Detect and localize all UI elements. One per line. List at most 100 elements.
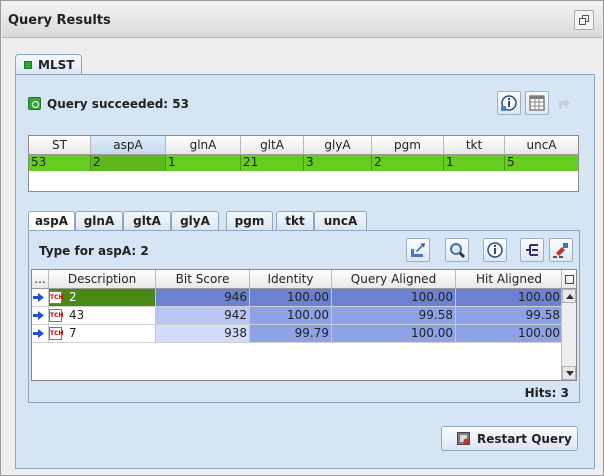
restore-icon-back xyxy=(579,18,586,25)
align-button[interactable] xyxy=(549,238,573,262)
allele-info-button[interactable] xyxy=(483,238,507,262)
identity-cell[interactable]: 100.00 xyxy=(250,289,332,307)
tab-glna[interactable]: glnA xyxy=(75,211,123,230)
tab-glta[interactable]: gltA xyxy=(123,211,171,230)
restart-icon xyxy=(457,432,470,445)
export-alignment-button[interactable] xyxy=(406,238,430,262)
row-marker xyxy=(32,325,49,343)
arrow-right-icon xyxy=(33,293,44,302)
tkt-column-header[interactable]: tkt xyxy=(444,136,505,155)
query-aligned-header[interactable]: Query Aligned xyxy=(332,270,456,289)
description-cell[interactable]: TCH 2 xyxy=(49,289,156,307)
export-button[interactable] xyxy=(552,91,576,115)
hit-aligned-cell[interactable]: 100.00 xyxy=(456,289,563,307)
pgm-column-header[interactable]: pgm xyxy=(372,136,444,155)
allele-panel: Type for aspA: 2 ... Description Bit Sco… xyxy=(28,230,580,403)
glya-column-header[interactable]: glyA xyxy=(304,136,372,155)
glta-column-header[interactable]: gltA xyxy=(241,136,304,155)
hit-aligned-cell[interactable]: 99.58 xyxy=(456,307,563,325)
query-status-text: Query succeeded: 53 xyxy=(47,97,189,111)
restart-query-label: Restart Query xyxy=(477,432,572,446)
st-column-header[interactable]: ST xyxy=(29,136,91,155)
description-text: 43 xyxy=(69,308,85,322)
query-results-window: Query Results MLST Query succeeded: 53 S… xyxy=(0,0,604,476)
tab-unca[interactable]: uncA xyxy=(314,211,367,230)
description-header[interactable]: Description xyxy=(49,270,156,289)
zoom-button[interactable] xyxy=(445,238,469,262)
info-button[interactable] xyxy=(497,91,521,115)
tree-button[interactable] xyxy=(520,238,544,262)
identity-header[interactable]: Identity xyxy=(250,270,332,289)
zoom-icon xyxy=(450,243,466,259)
hit-aligned-cell[interactable]: 100.00 xyxy=(456,325,563,343)
query-aligned-cell[interactable]: 100.00 xyxy=(332,325,456,343)
table-view-button[interactable] xyxy=(525,91,549,115)
unca-column-header[interactable]: uncA xyxy=(505,136,578,155)
info-icon xyxy=(501,95,517,111)
hits-scrollbar[interactable] xyxy=(561,289,576,380)
row-marker-header[interactable]: ... xyxy=(32,270,49,289)
glna-cell[interactable]: 1 xyxy=(166,155,241,171)
st-table-row[interactable]: 53 2 1 21 3 2 1 5 xyxy=(29,155,578,171)
bit-score-header[interactable]: Bit Score xyxy=(156,270,250,289)
aspa-cell[interactable]: 2 xyxy=(91,155,166,171)
sequence-type-icon: TCH xyxy=(49,309,64,322)
bit-score-cell[interactable]: 946 xyxy=(156,289,250,307)
window-title: Query Results xyxy=(8,13,111,28)
tab-tkt[interactable]: tkt xyxy=(276,211,314,230)
sequence-type-icon: TCH xyxy=(49,327,64,340)
query-status-icon xyxy=(28,97,41,110)
hit-row[interactable]: TCH 7 938 99.79 100.00 100.00 xyxy=(32,325,563,343)
export-alignment-icon xyxy=(411,243,425,257)
tab-aspa[interactable]: aspA xyxy=(28,211,75,231)
tab-glya[interactable]: glyA xyxy=(171,211,219,230)
title-bar: Query Results xyxy=(2,2,602,38)
export-icon xyxy=(559,98,570,109)
column-picker-button[interactable] xyxy=(561,270,576,289)
hit-row[interactable]: TCH 43 942 100.00 99.58 99.58 xyxy=(32,307,563,325)
glya-cell[interactable]: 3 xyxy=(304,155,372,171)
identity-cell[interactable]: 99.79 xyxy=(250,325,332,343)
arrow-right-icon xyxy=(33,311,44,320)
hits-table: ... Description Bit Score Identity Query… xyxy=(31,269,577,381)
sequence-type-icon: TCH xyxy=(49,291,64,304)
bit-score-cell[interactable]: 942 xyxy=(156,307,250,325)
bit-score-cell[interactable]: 938 xyxy=(156,325,250,343)
glna-column-header[interactable]: glnA xyxy=(166,136,241,155)
tkt-cell[interactable]: 1 xyxy=(444,155,505,171)
tab-pgm[interactable]: pgm xyxy=(226,211,273,230)
pgm-cell[interactable]: 2 xyxy=(372,155,444,171)
hit-row[interactable]: TCH 2 946 100.00 100.00 100.00 xyxy=(32,289,563,307)
restore-button[interactable] xyxy=(574,10,594,30)
tab-mlst[interactable]: MLST xyxy=(15,54,82,75)
row-marker xyxy=(32,289,49,307)
scroll-up-button[interactable] xyxy=(562,289,576,303)
hit-aligned-header[interactable]: Hit Aligned xyxy=(456,270,563,289)
description-cell[interactable]: TCH 43 xyxy=(49,307,156,325)
identity-cell[interactable]: 100.00 xyxy=(250,307,332,325)
st-table-header: ST aspA glnA gltA glyA pgm tkt uncA xyxy=(29,136,578,155)
glta-cell[interactable]: 21 xyxy=(241,155,304,171)
query-aligned-cell[interactable]: 99.58 xyxy=(332,307,456,325)
query-aligned-cell[interactable]: 100.00 xyxy=(332,289,456,307)
type-label: Type for aspA: 2 xyxy=(39,244,149,258)
description-text: 2 xyxy=(69,290,77,304)
description-cell[interactable]: TCH 7 xyxy=(49,325,156,343)
unca-cell[interactable]: 5 xyxy=(505,155,578,171)
scroll-down-button[interactable] xyxy=(562,366,576,380)
restart-query-button[interactable]: Restart Query xyxy=(441,426,578,451)
aspa-column-header[interactable]: aspA xyxy=(91,136,166,155)
tree-icon xyxy=(526,244,538,256)
row-marker xyxy=(32,307,49,325)
hits-value: 3 xyxy=(560,386,569,400)
tab-mlst-label: MLST xyxy=(38,58,75,72)
mlst-tab-icon xyxy=(24,61,32,69)
info-icon xyxy=(487,242,503,258)
description-text: 7 xyxy=(69,326,77,340)
st-table: ST aspA glnA gltA glyA pgm tkt uncA 53 2… xyxy=(28,135,579,192)
arrow-right-icon xyxy=(33,329,44,338)
st-cell[interactable]: 53 xyxy=(29,155,91,171)
hits-table-header: ... Description Bit Score Identity Query… xyxy=(32,270,576,289)
hits-count: Hits: 3 xyxy=(525,386,569,400)
mlst-panel: Query succeeded: 53 ST aspA glnA gltA gl… xyxy=(15,74,595,469)
